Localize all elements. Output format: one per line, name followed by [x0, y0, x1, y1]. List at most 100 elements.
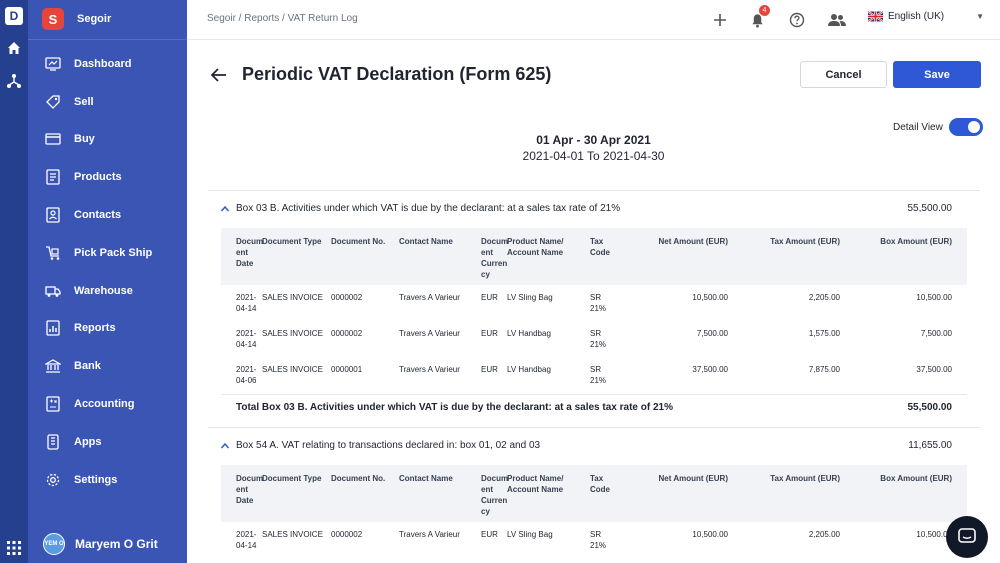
sidebar-item-pick-pack-ship[interactable]: Pick Pack Ship — [28, 234, 187, 272]
box-amount: 37,500.00 — [916, 365, 952, 374]
tax-amount: 2,205.00 — [808, 530, 840, 539]
sidebar-item-contacts[interactable]: Contacts — [28, 196, 187, 234]
divider — [28, 39, 187, 40]
document-type: SALES INVOICE — [262, 530, 323, 539]
sidebar-item-bank[interactable]: Bank — [28, 347, 187, 385]
divider — [208, 190, 980, 191]
sidebar-item-settings[interactable]: Settings — [28, 461, 187, 499]
table-header: Docum ent Date Document Type Document No… — [221, 465, 967, 522]
column-header-tax-code: Tax Code — [590, 237, 610, 257]
chevron-down-icon: ▼ — [976, 12, 985, 21]
column-header-document-currency: Docum ent Curren cy — [481, 474, 509, 516]
sidebar-item-buy[interactable]: Buy — [28, 121, 187, 159]
org-badge: S — [42, 8, 64, 30]
add-icon[interactable] — [710, 10, 730, 30]
sidebar-item-sell[interactable]: Sell — [28, 83, 187, 121]
document-currency: EUR — [481, 329, 498, 338]
column-header-document-type: Document Type — [262, 237, 322, 246]
sidebar: S Segoir Dashboard Sell Buy Products Con… — [28, 0, 187, 563]
document-no[interactable]: 0000001 — [331, 364, 362, 375]
column-header-document-date: Docum ent Date — [236, 237, 264, 268]
sidebar-item-products[interactable]: Products — [28, 158, 187, 196]
detail-view-label: Detail View — [893, 121, 943, 133]
breadcrumb[interactable]: Segoir / Reports / VAT Return Log — [207, 13, 358, 24]
page-title: Periodic VAT Declaration (Form 625) — [242, 64, 552, 84]
document-date: 2021-04-14 — [236, 293, 257, 313]
icon-rail: D — [0, 0, 28, 563]
column-header-document-no: Document No. — [331, 474, 386, 483]
home-icon[interactable] — [4, 38, 24, 58]
chat-icon — [958, 528, 976, 543]
dashboard-icon — [45, 57, 61, 71]
document-no[interactable]: 0000002 — [331, 529, 362, 540]
avatar: YEM O — [43, 533, 65, 555]
period-dates: 2021-04-01 To 2021-04-30 — [522, 149, 665, 163]
column-header-net-amount: Net Amount (EUR) — [658, 237, 728, 246]
chevron-up-icon — [220, 442, 230, 448]
network-icon[interactable] — [4, 71, 24, 91]
sidebar-item-dashboard[interactable]: Dashboard — [28, 45, 187, 83]
tax-code: SR 21% — [590, 329, 607, 349]
product-name: LV Handbag — [507, 329, 551, 338]
net-amount: 7,500.00 — [696, 329, 728, 338]
users-icon[interactable] — [827, 10, 847, 30]
tax-code: SR 21% — [590, 530, 607, 550]
box-amount: 10,500.00 — [916, 530, 952, 539]
app-logo-icon[interactable]: D — [4, 6, 24, 26]
column-header-box-amount: Box Amount (EUR) — [880, 237, 952, 246]
document-type: SALES INVOICE — [262, 365, 323, 374]
contact-name: Travers A Varieur — [399, 530, 460, 539]
period-range: 01 Apr - 30 Apr 2021 — [536, 133, 651, 147]
back-arrow-icon[interactable] — [210, 66, 228, 84]
user-profile[interactable]: YEM O Maryem O Grit — [43, 533, 158, 555]
warehouse-icon — [45, 286, 61, 297]
product-name: LV Sling Bag — [507, 530, 553, 539]
sidebar-item-accounting[interactable]: Accounting — [28, 385, 187, 423]
apps-icon — [47, 434, 59, 450]
sidebar-nav: Dashboard Sell Buy Products Contacts Pic… — [28, 45, 187, 499]
column-header-tax-amount: Tax Amount (EUR) — [770, 237, 840, 246]
org-switcher[interactable]: S Segoir — [42, 8, 111, 30]
column-header-document-currency: Docum ent Curren cy — [481, 237, 509, 279]
document-no[interactable]: 0000002 — [331, 292, 362, 303]
column-header-contact-name: Contact Name — [399, 237, 453, 246]
save-button[interactable]: Save — [893, 61, 981, 88]
bank-icon — [45, 359, 61, 373]
column-header-product-name: Product Name/ Account Name — [507, 474, 564, 494]
table-header: Docum ent Date Document Type Document No… — [221, 228, 967, 285]
user-name: Maryem O Grit — [75, 537, 158, 551]
box-amount: 7,500.00 — [920, 329, 952, 338]
column-header-contact-name: Contact Name — [399, 474, 453, 483]
document-no[interactable]: 0000002 — [331, 328, 362, 339]
chat-widget-button[interactable] — [946, 516, 988, 558]
document-currency: EUR — [481, 530, 498, 539]
language-selector[interactable]: English (UK) ▼ — [868, 11, 984, 22]
section-header-box-54a[interactable]: Box 54 A. VAT relating to transactions d… — [220, 440, 960, 451]
document-type: SALES INVOICE — [262, 329, 323, 338]
sidebar-item-warehouse[interactable]: Warehouse — [28, 272, 187, 310]
grid-menu-icon[interactable] — [4, 538, 24, 558]
settings-icon — [46, 473, 60, 486]
contact-name: Travers A Varieur — [399, 293, 460, 302]
uk-flag-icon — [868, 11, 883, 22]
help-icon[interactable] — [787, 10, 807, 30]
column-header-document-no: Document No. — [331, 237, 386, 246]
org-name: Segoir — [77, 13, 112, 25]
sidebar-item-apps[interactable]: Apps — [28, 423, 187, 461]
section-total-amount: 55,500.00 — [907, 402, 953, 413]
contact-name: Travers A Varieur — [399, 329, 460, 338]
notifications-bell-icon[interactable]: 4 — [747, 5, 770, 30]
column-header-tax-amount: Tax Amount (EUR) — [770, 474, 840, 483]
column-header-document-type: Document Type — [262, 474, 322, 483]
section-title: Box 54 A. VAT relating to transactions d… — [236, 440, 541, 451]
language-label: English (UK) — [888, 11, 945, 22]
contact-name: Travers A Varieur — [399, 365, 460, 374]
section-amount: 55,500.00 — [907, 203, 953, 214]
section-header-box-03b[interactable]: Box 03 B. Activities under which VAT is … — [220, 203, 960, 214]
tax-amount: 2,205.00 — [808, 293, 840, 302]
sidebar-item-reports[interactable]: Reports — [28, 310, 187, 348]
cancel-button[interactable]: Cancel — [800, 61, 887, 88]
document-date: 2021-04-14 — [236, 530, 257, 550]
sell-icon — [46, 95, 60, 109]
buy-icon — [45, 133, 61, 146]
